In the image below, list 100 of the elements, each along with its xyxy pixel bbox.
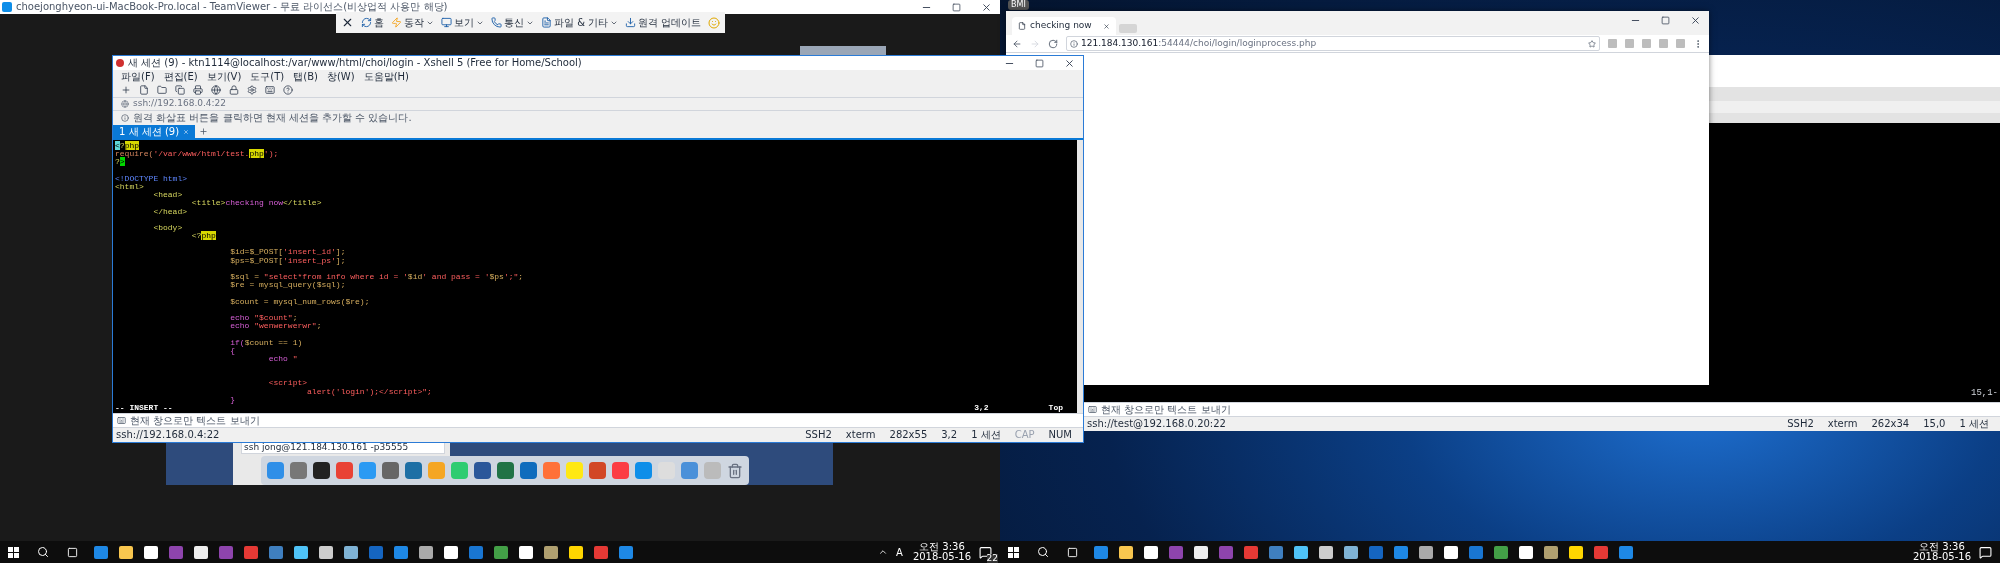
app-icon[interactable] bbox=[1144, 545, 1158, 559]
menu-item[interactable]: 창(W) bbox=[326, 70, 355, 83]
address-field[interactable]: ssh://192.168.0.4:22 bbox=[133, 97, 227, 111]
reload-icon[interactable] bbox=[1048, 38, 1058, 49]
monitor-icon bbox=[441, 17, 452, 28]
app-icon[interactable] bbox=[119, 545, 133, 559]
status-item: xterm bbox=[845, 429, 876, 441]
help-icon[interactable] bbox=[283, 85, 293, 95]
app-icon[interactable] bbox=[494, 545, 508, 559]
status-item: 1 세션 bbox=[971, 429, 1001, 441]
keyboard-icon[interactable] bbox=[265, 85, 275, 95]
status-item: 3,2 bbox=[941, 429, 958, 441]
file-icon[interactable] bbox=[139, 85, 149, 95]
notification-icon[interactable] bbox=[1979, 545, 1992, 559]
maximize-icon[interactable] bbox=[1035, 58, 1044, 68]
app-icon[interactable] bbox=[294, 545, 308, 559]
task-view-icon[interactable] bbox=[67, 546, 78, 558]
scrollbar[interactable] bbox=[1077, 140, 1083, 413]
app-icon[interactable] bbox=[444, 545, 458, 559]
status-item: 262x34 bbox=[1871, 418, 1910, 430]
app-icon[interactable] bbox=[519, 545, 533, 559]
app-icon[interactable] bbox=[569, 545, 583, 559]
menu-item[interactable]: 파일(F) bbox=[121, 70, 155, 83]
info-icon[interactable] bbox=[1070, 39, 1078, 48]
status-item: 282x55 bbox=[889, 429, 928, 441]
menu-item[interactable]: 탭(B) bbox=[293, 70, 318, 83]
menu-item[interactable]: 편집(E) bbox=[163, 70, 198, 83]
app-icon[interactable] bbox=[544, 545, 558, 559]
folder-icon[interactable] bbox=[157, 85, 167, 95]
app-icon[interactable] bbox=[419, 545, 433, 559]
settings-icon[interactable] bbox=[247, 85, 257, 95]
app-icon[interactable] bbox=[1119, 545, 1133, 559]
browser-tab[interactable]: checking now bbox=[1012, 17, 1116, 35]
toolbar-menu-button[interactable]: 통신 bbox=[491, 15, 534, 30]
clock-date: 2018-05-16 bbox=[912, 552, 971, 562]
ime-indicator[interactable]: A bbox=[896, 544, 903, 560]
close-icon[interactable] bbox=[1064, 57, 1075, 69]
toolbar-menu-button[interactable]: 파일 & 기타 bbox=[541, 15, 619, 30]
close-icon[interactable] bbox=[341, 16, 354, 29]
dock-app-icon[interactable] bbox=[497, 462, 514, 479]
back-icon[interactable] bbox=[1012, 38, 1022, 49]
code-line: echo "wenwerwerwr"; bbox=[229, 322, 322, 331]
app-icon[interactable] bbox=[319, 545, 333, 559]
lock-icon[interactable] bbox=[229, 85, 239, 95]
toolbar-menu-button[interactable]: 원격 업데이트 bbox=[625, 15, 702, 30]
app-icon[interactable] bbox=[1444, 545, 1458, 559]
code-line: echo "$count"; bbox=[229, 313, 298, 323]
app-icon[interactable] bbox=[344, 545, 358, 559]
maximize-icon[interactable] bbox=[952, 2, 961, 12]
close-icon[interactable] bbox=[1690, 15, 1701, 26]
toolbar-menu-button[interactable]: 동작 bbox=[391, 15, 434, 30]
new-session-icon[interactable] bbox=[121, 85, 131, 95]
windows-start-icon[interactable] bbox=[1008, 546, 1019, 558]
app-icon[interactable] bbox=[1319, 545, 1333, 559]
add-tab-icon[interactable] bbox=[199, 127, 209, 136]
desktop-icon-label[interactable]: BMI bbox=[1008, 0, 1029, 10]
app-icon[interactable] bbox=[1544, 545, 1558, 559]
star-icon[interactable] bbox=[1588, 39, 1596, 48]
code-line: <body> bbox=[152, 223, 183, 233]
dock-app-icon[interactable] bbox=[313, 462, 330, 479]
code-line: if($count == 1) bbox=[229, 338, 303, 347]
globe-icon[interactable] bbox=[211, 85, 221, 95]
document-icon bbox=[541, 17, 552, 28]
app-icon[interactable] bbox=[144, 545, 158, 559]
compose-bar[interactable]: 현재 창으로만 텍스트 보내기 bbox=[113, 413, 1083, 428]
copy-icon[interactable] bbox=[175, 85, 185, 95]
compose-bar[interactable]: 현재 창으로만 텍스트 보내기 bbox=[1084, 402, 2000, 417]
trash-icon[interactable] bbox=[727, 462, 743, 479]
keyboard-icon bbox=[1088, 405, 1097, 414]
code-line: <!DOCTYPE html> bbox=[115, 174, 187, 183]
windows-start-icon[interactable] bbox=[8, 546, 19, 558]
code-line: <html> bbox=[115, 182, 144, 192]
toolbar-menu-button[interactable]: 홈 bbox=[361, 15, 384, 30]
dock-app-icon[interactable] bbox=[382, 462, 399, 479]
app-icon[interactable] bbox=[1494, 545, 1508, 559]
search-icon[interactable] bbox=[1037, 546, 1049, 558]
app-icon[interactable] bbox=[1294, 545, 1308, 559]
app-icon[interactable] bbox=[1194, 545, 1208, 559]
app-icon[interactable] bbox=[194, 545, 208, 559]
cursor-position: 3,2 bbox=[974, 403, 989, 412]
chevron-icon[interactable] bbox=[878, 547, 889, 557]
menu-item[interactable]: 도움말(H) bbox=[363, 70, 409, 83]
task-view-icon[interactable] bbox=[1067, 546, 1078, 558]
close-icon[interactable] bbox=[981, 1, 992, 13]
lightning-icon bbox=[391, 17, 402, 28]
code-line: <script> bbox=[267, 379, 308, 388]
toolbar-menu-button[interactable]: 보기 bbox=[441, 15, 484, 30]
address-bar[interactable]: 121.184.130.161:54444/choi/login/loginprocess.php bbox=[1066, 36, 1600, 51]
menu-item[interactable]: 보기(V) bbox=[206, 70, 242, 83]
app-icon[interactable] bbox=[1344, 545, 1358, 559]
app-icon[interactable] bbox=[1419, 545, 1433, 559]
app-icon[interactable] bbox=[1569, 545, 1583, 559]
search-icon[interactable] bbox=[37, 546, 49, 558]
menu-item[interactable]: 도구(T) bbox=[250, 70, 285, 83]
printer-icon[interactable] bbox=[193, 85, 203, 95]
dock-app-icon[interactable] bbox=[474, 462, 491, 479]
status-item: 1 세션 bbox=[1959, 418, 1989, 430]
app-icon[interactable] bbox=[1519, 545, 1533, 559]
maximize-icon[interactable] bbox=[1661, 16, 1670, 25]
session-tab[interactable]: 1 새 세션 (9) bbox=[113, 125, 196, 138]
